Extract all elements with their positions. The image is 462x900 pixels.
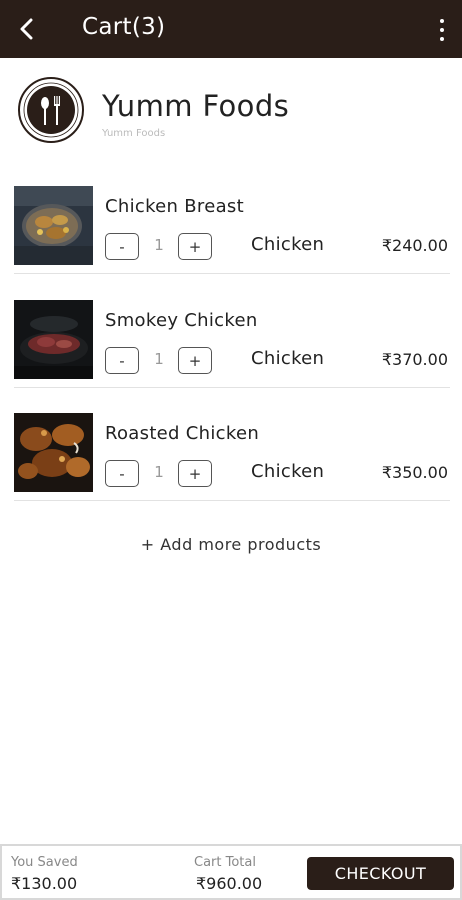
decrease-quantity-button[interactable]: - <box>105 460 139 487</box>
increase-quantity-button[interactable]: + <box>178 347 212 374</box>
product-price: ₹350.00 <box>381 463 448 482</box>
product-name[interactable]: Chicken Breast <box>105 196 244 217</box>
cart-total-value: ₹960.00 <box>196 874 263 893</box>
product-category: Chicken <box>251 234 325 255</box>
product-category: Chicken <box>251 348 325 369</box>
store-logo <box>18 77 84 143</box>
quantity-value: 1 <box>154 463 164 481</box>
more-menu-button[interactable] <box>438 19 446 41</box>
store-name: Yumm Foods <box>102 89 290 123</box>
product-name[interactable]: Smokey Chicken <box>105 310 258 331</box>
cart-footer: You Saved ₹130.00 Cart Total ₹960.00 CHE… <box>0 844 462 900</box>
cart-item: Roasted Chicken - 1 + Chicken ₹350.00 <box>14 413 450 501</box>
fork-spoon-icon <box>23 82 79 138</box>
product-image <box>14 300 93 379</box>
product-image <box>14 186 93 265</box>
chevron-left-icon <box>20 18 33 40</box>
cart-item: Smokey Chicken - 1 + Chicken ₹370.00 <box>14 300 450 388</box>
product-price: ₹370.00 <box>381 350 448 369</box>
increase-quantity-button[interactable]: + <box>178 233 212 260</box>
quantity-value: 1 <box>154 236 164 254</box>
checkout-button[interactable]: CHECKOUT <box>307 857 454 890</box>
cart-item: Chicken Breast - 1 + Chicken ₹240.00 <box>14 186 450 274</box>
add-more-products-link[interactable]: + Add more products <box>0 535 462 554</box>
decrease-quantity-button[interactable]: - <box>105 233 139 260</box>
back-button[interactable] <box>12 14 42 44</box>
cart-total-label: Cart Total <box>194 855 256 870</box>
product-name[interactable]: Roasted Chicken <box>105 423 259 444</box>
page-title: Cart(3) <box>82 14 166 40</box>
quantity-value: 1 <box>154 350 164 368</box>
store-header: Yumm Foods Yumm Foods <box>18 77 448 143</box>
app-bar: Cart(3) <box>0 0 462 58</box>
saved-value: ₹130.00 <box>11 874 78 893</box>
product-price: ₹240.00 <box>381 236 448 255</box>
decrease-quantity-button[interactable]: - <box>105 347 139 374</box>
increase-quantity-button[interactable]: + <box>178 460 212 487</box>
product-category: Chicken <box>251 461 325 482</box>
product-image <box>14 413 93 492</box>
store-subtitle: Yumm Foods <box>102 128 166 139</box>
saved-label: You Saved <box>11 855 78 870</box>
more-vertical-icon <box>440 19 444 23</box>
